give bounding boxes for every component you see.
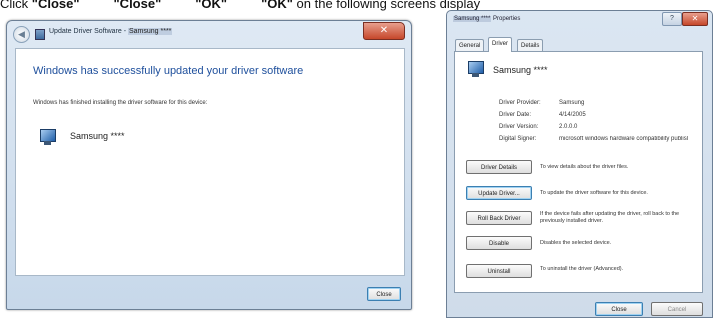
success-heading: Windows has successfully updated your dr… xyxy=(33,65,304,77)
disable-description: Disables the selected device. xyxy=(540,240,612,246)
update-driver-button[interactable]: Update Driver... xyxy=(466,186,532,200)
title-bar: ◀ Update Driver Software - Samsung **** … xyxy=(7,21,411,47)
close-button[interactable]: Close xyxy=(595,302,643,316)
close-icon[interactable]: ✕ xyxy=(363,22,405,40)
driver-details-description: To view details about the driver files. xyxy=(540,164,629,170)
roll-back-description: If the device fails after updating the d… xyxy=(540,211,680,224)
close-icon[interactable]: ✕ xyxy=(682,12,708,26)
prop-label-date: Driver Date: xyxy=(499,112,532,118)
caption-word-2: "Close" xyxy=(113,0,162,11)
wizard-content: Windows has successfully updated your dr… xyxy=(15,48,405,276)
wizard-footer: Close xyxy=(7,275,411,309)
title-brand: Samsung **** xyxy=(127,28,173,35)
uninstall-description: To uninstall the driver (Advanced). xyxy=(540,266,624,272)
title-prefix: Update Driver Software - xyxy=(49,28,128,35)
prop-label-version: Driver Version: xyxy=(499,124,539,130)
window-title: Update Driver Software - Samsung **** xyxy=(49,28,173,35)
prop-value-date: 4/14/2005 xyxy=(559,112,586,118)
title-suffix: Properties xyxy=(491,16,521,22)
caption-prefix: Click xyxy=(0,0,32,11)
monitor-icon xyxy=(467,61,485,79)
caption-word-3: "OK" xyxy=(195,0,228,11)
prop-value-signer: microsoft windows hardware compatibility… xyxy=(559,136,689,142)
prop-value-version: 2.0.0.0 xyxy=(559,124,578,130)
finished-message: Windows has finished installing the driv… xyxy=(33,100,208,106)
properties-window: Samsung **** Properties ? ✕ General Driv… xyxy=(446,10,713,318)
device-name: Samsung **** xyxy=(70,131,125,141)
device-name: Samsung **** xyxy=(493,65,548,75)
close-button[interactable]: Close xyxy=(367,287,401,301)
update-driver-window: ◀ Update Driver Software - Samsung **** … xyxy=(6,20,412,310)
hardware-icon xyxy=(35,29,45,40)
update-driver-description: To update the driver software for this d… xyxy=(540,190,648,196)
window-title: Samsung **** Properties xyxy=(453,16,520,22)
title-brand: Samsung **** xyxy=(453,16,492,22)
prop-label-provider: Driver Provider: xyxy=(499,100,541,106)
driver-details-button[interactable]: Driver Details xyxy=(466,160,532,174)
back-arrow-icon[interactable]: ◀ xyxy=(13,26,30,43)
caption-word-1: "Close" xyxy=(31,0,80,11)
prop-label-signer: Digital Signer: xyxy=(499,136,537,142)
tab-driver[interactable]: Driver xyxy=(488,37,512,52)
roll-back-driver-button[interactable]: Roll Back Driver xyxy=(466,211,532,225)
disable-button[interactable]: Disable xyxy=(466,236,532,250)
driver-tab-panel: Samsung **** Driver Provider: Samsung Dr… xyxy=(454,51,703,293)
cancel-button[interactable]: Cancel xyxy=(651,302,703,316)
help-icon[interactable]: ? xyxy=(662,12,682,26)
monitor-icon xyxy=(39,129,57,147)
prop-value-provider: Samsung xyxy=(559,100,585,106)
caption-word-4: "OK" xyxy=(261,0,293,11)
uninstall-button[interactable]: Uninstall xyxy=(466,264,532,278)
